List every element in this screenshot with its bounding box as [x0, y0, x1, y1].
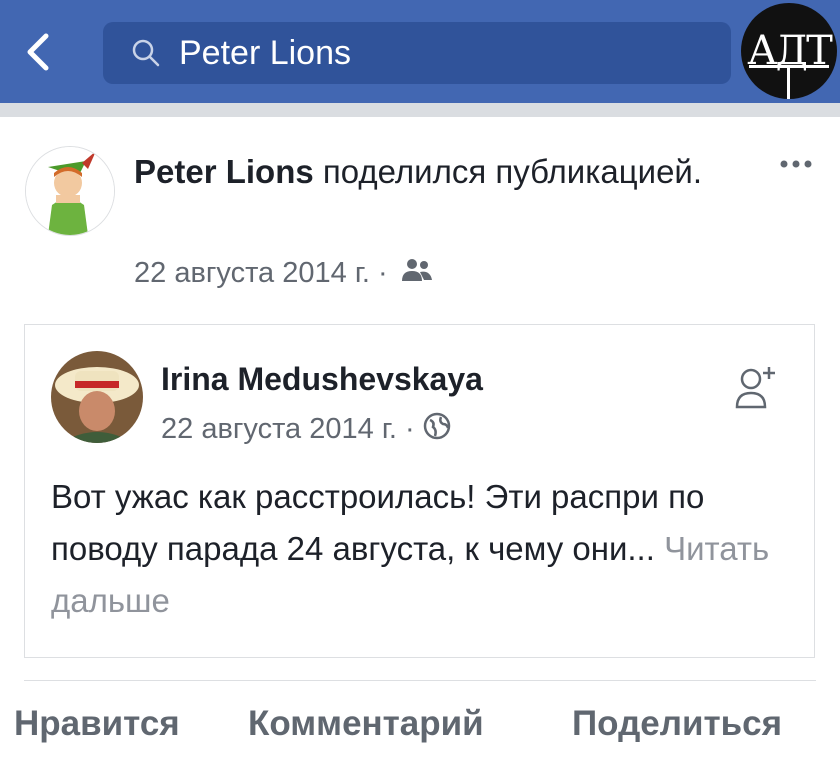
feed-divider	[0, 103, 840, 117]
friends-icon	[400, 256, 434, 292]
shared-author-link[interactable]: Irina Medushevskaya	[161, 359, 483, 399]
shared-date[interactable]: 22 августа 2014 г.	[161, 413, 397, 445]
comment-button[interactable]: Комментарий	[248, 700, 484, 748]
search-query[interactable]: Peter Lions	[179, 33, 351, 73]
meta-separator: ·	[404, 413, 415, 445]
shared-author-avatar[interactable]	[51, 351, 143, 443]
author-avatar[interactable]	[25, 146, 115, 236]
peter-pan-avatar-icon	[26, 147, 114, 235]
post-author-link[interactable]: Peter Lions	[134, 153, 314, 190]
more-options-icon[interactable]	[776, 154, 816, 174]
actions-divider	[24, 680, 816, 681]
woman-in-hat-avatar-icon	[51, 351, 143, 443]
watermark-logo: АДТ	[741, 3, 837, 99]
globe-icon	[423, 412, 451, 449]
share-button[interactable]: Поделиться	[572, 700, 782, 748]
like-button[interactable]: Нравится	[14, 700, 180, 748]
post-date[interactable]: 22 августа 2014 г.	[134, 257, 370, 289]
search-field[interactable]: Peter Lions	[103, 22, 731, 84]
shared-post-body: Вот ужас как расстроилась! Эти распри по…	[51, 478, 705, 567]
top-bar: Peter Lions АДТ	[0, 0, 840, 103]
meta-separator: ·	[377, 257, 388, 289]
shared-post-card[interactable]: Irina Medushevskaya 22 августа 2014 г. ·…	[24, 324, 815, 658]
search-icon	[131, 38, 161, 68]
back-arrow-icon[interactable]	[20, 30, 54, 74]
post-actions: Нравится Комментарий Поделиться	[0, 700, 840, 750]
post-action-text: поделился публикацией.	[322, 153, 703, 190]
shared-meta: 22 августа 2014 г. ·	[161, 411, 451, 449]
post-header: Peter Lions поделился публикацией.	[134, 150, 734, 194]
post-meta: 22 августа 2014 г. ·	[134, 255, 434, 292]
add-friend-icon[interactable]	[733, 363, 779, 411]
shared-post-text: Вот ужас как расстроилась! Эти распри по…	[51, 471, 801, 627]
